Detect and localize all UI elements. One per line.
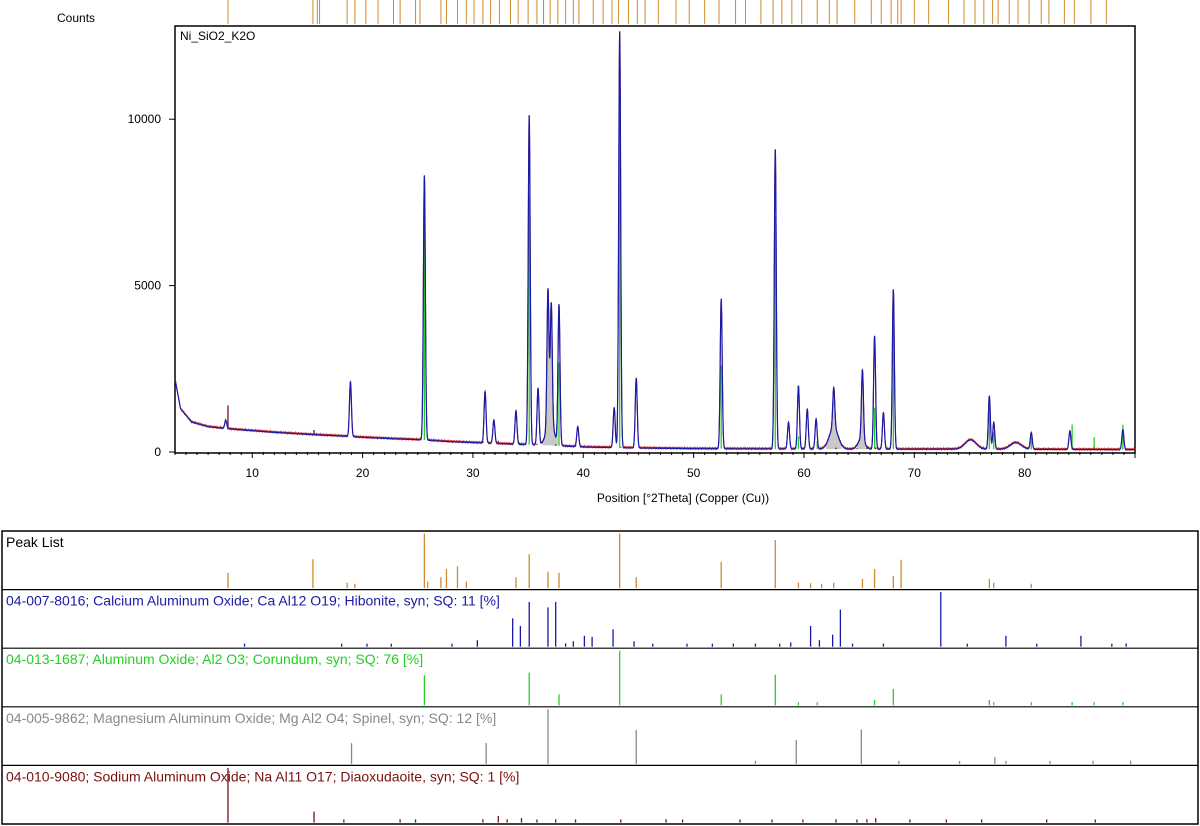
reference-panel-label: 04-010-9080; Sodium Aluminum Oxide; Na A…: [6, 768, 519, 784]
reference-panel-label: 04-007-8016; Calcium Aluminum Oxide; Ca …: [6, 593, 500, 609]
y-tick-label: 0: [154, 445, 161, 459]
plot-frame: [174, 25, 1136, 454]
peak-list-top-strip: [227, 0, 1107, 24]
reference-panel-label: 04-005-9862; Magnesium Aluminum Oxide; M…: [6, 710, 496, 726]
y-tick-label: 5000: [134, 279, 161, 293]
x-tick-label: 60: [797, 466, 811, 480]
reference-panel-label: 04-013-1687; Aluminum Oxide; Al2 O3; Cor…: [6, 651, 423, 667]
x-tick-label: 50: [687, 466, 701, 480]
x-axis: 10 20 30 40 50 60 70 80: [174, 452, 1136, 480]
y-axis: 0 5000 10000: [128, 112, 175, 459]
x-axis-label: Position [°2Theta] (Copper (Cu)): [597, 491, 769, 505]
y-axis-label: Counts: [57, 11, 95, 25]
y-tick-label: 10000: [128, 112, 162, 126]
xrd-chart: Counts Ni_SiO2_K2O 0 5000 10000 10 20 30 40 50…: [1, 0, 1199, 825]
x-tick-label: 30: [466, 466, 480, 480]
x-tick-label: 80: [1018, 466, 1032, 480]
chart-title: Ni_SiO2_K2O: [180, 29, 255, 43]
x-tick-label: 70: [908, 466, 922, 480]
x-tick-label: 10: [246, 466, 260, 480]
x-tick-label: 20: [356, 466, 370, 480]
x-tick-label: 40: [577, 466, 591, 480]
reference-panel-label: Peak List: [6, 534, 64, 550]
